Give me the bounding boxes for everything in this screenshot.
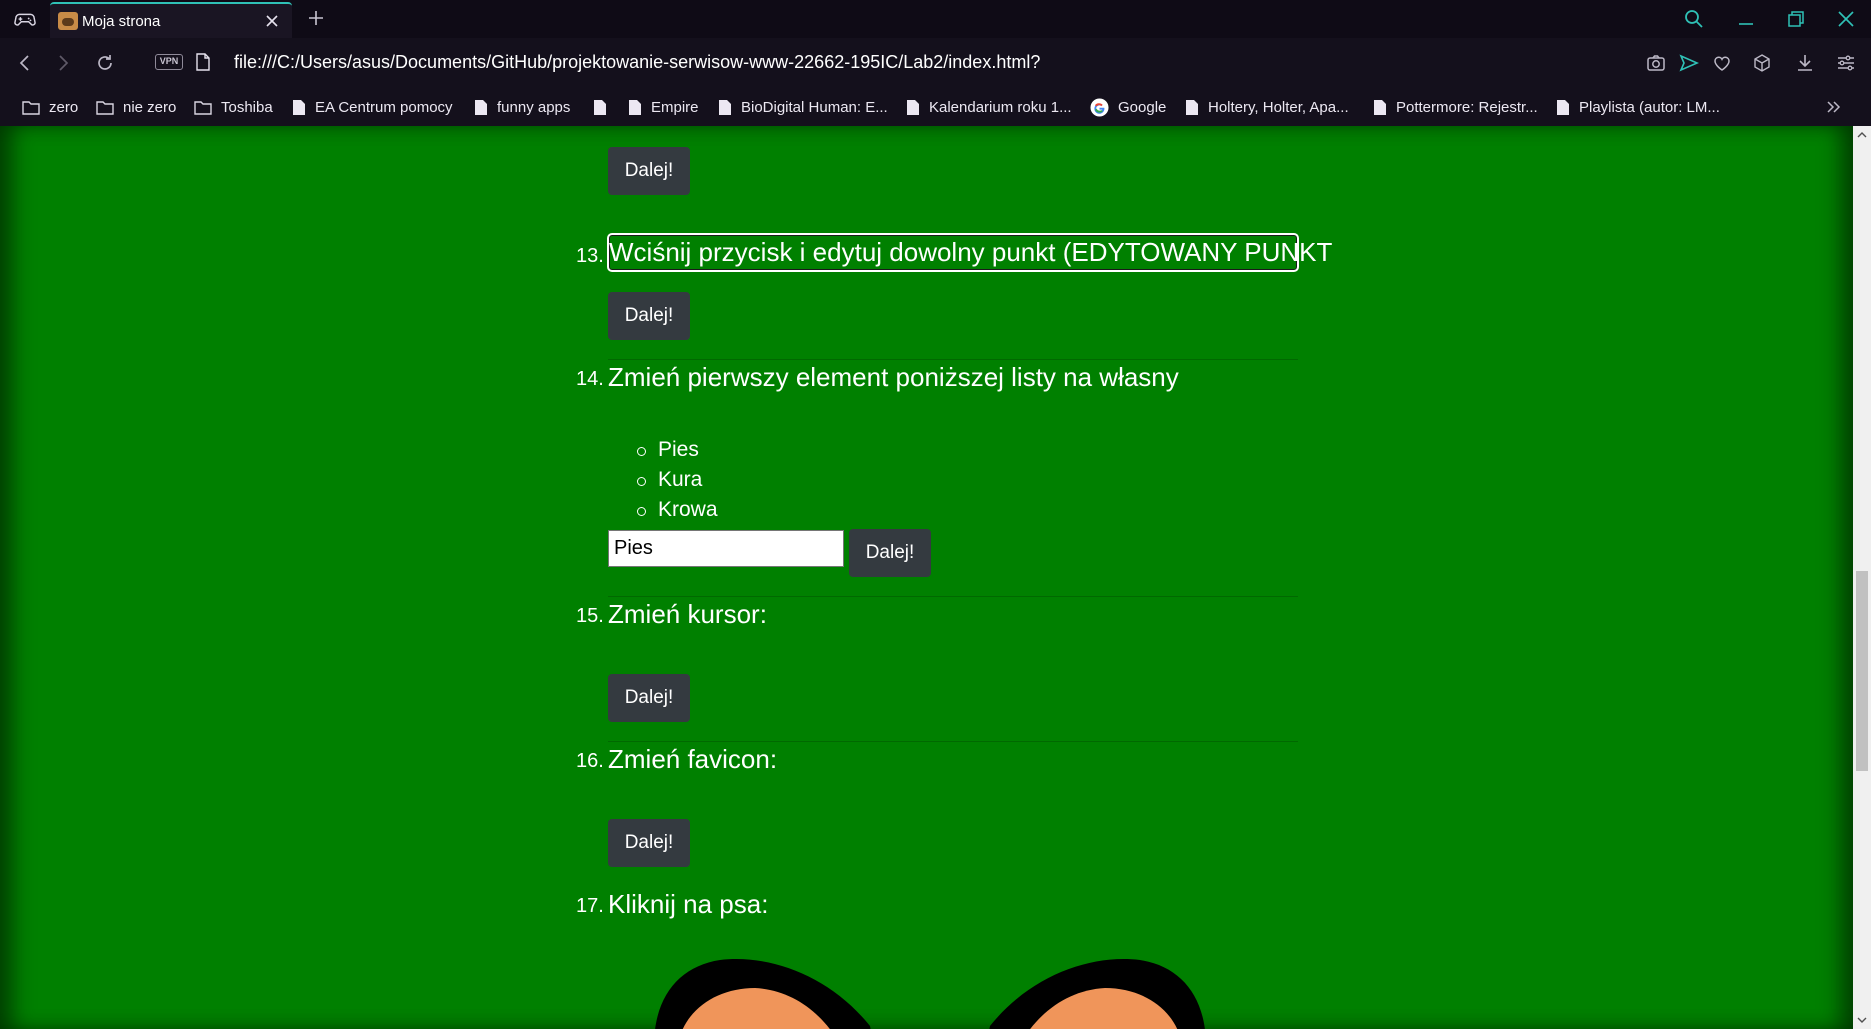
next-button-14[interactable]: Dalej! xyxy=(849,529,931,577)
bookmark-label: Toshiba xyxy=(221,98,273,116)
bookmark-label: Pottermore: Rejestr... xyxy=(1396,98,1538,116)
page-icon xyxy=(629,99,641,115)
download-icon[interactable] xyxy=(1794,52,1816,74)
item-number-15: 15. xyxy=(576,605,604,627)
bookmark-label: BioDigital Human: E... xyxy=(741,98,888,116)
bookmark-google[interactable]: Google xyxy=(1090,88,1166,126)
item-number-13: 13. xyxy=(576,245,604,267)
bookmarks-bar: zero nie zero Toshiba EA Centrum pomocy … xyxy=(0,88,1871,127)
scrollbar-thumb[interactable] xyxy=(1856,571,1868,771)
forward-icon[interactable] xyxy=(52,52,74,74)
item-text-14: Zmień pierwszy element poniższej listy n… xyxy=(608,362,1179,392)
scroll-up-icon[interactable] xyxy=(1857,130,1867,140)
snapshot-icon[interactable] xyxy=(1645,52,1667,74)
bookmark-label: EA Centrum pomocy xyxy=(315,98,453,116)
page-content: Dalej! 13. Wciśnij przycisk i edytuj dow… xyxy=(0,126,1853,1029)
folder-icon xyxy=(96,100,114,115)
bookmark-empire[interactable]: Empire xyxy=(628,88,699,126)
cube-icon[interactable] xyxy=(1751,52,1773,74)
bookmark-pottermore[interactable]: Pottermore: Rejestr... xyxy=(1373,88,1538,126)
list-item: Kura xyxy=(620,468,718,498)
heart-icon[interactable] xyxy=(1711,52,1733,74)
bookmark-holtery[interactable]: Holtery, Holter, Apa... xyxy=(1185,88,1349,126)
divider xyxy=(608,359,1298,360)
dog-image[interactable] xyxy=(640,956,1220,1029)
bookmark-label: Google xyxy=(1118,98,1167,116)
page-icon xyxy=(1374,99,1386,115)
back-icon[interactable] xyxy=(14,52,36,74)
item-text-13: Wciśnij przycisk i edytuj dowolny punkt … xyxy=(609,237,1333,267)
google-icon xyxy=(1090,97,1109,117)
bookmark-ea-centrum[interactable]: EA Centrum pomocy xyxy=(292,88,453,126)
next-button-15[interactable]: Dalej! xyxy=(608,674,690,722)
more-bookmarks-icon[interactable] xyxy=(1823,97,1843,117)
bookmark-label: Kalendarium roku 1... xyxy=(929,98,1072,116)
dog-favicon-icon xyxy=(58,12,78,30)
bookmark-nie-zero[interactable]: nie zero xyxy=(96,88,176,126)
item-text-17: Kliknij na psa: xyxy=(608,889,769,919)
vpn-badge[interactable]: VPN xyxy=(155,54,183,70)
bookmark-zero[interactable]: zero xyxy=(22,88,78,126)
scroll-down-icon[interactable] xyxy=(1857,1015,1867,1025)
close-window-icon[interactable] xyxy=(1835,8,1857,30)
item-text-15: Zmień kursor: xyxy=(608,599,767,629)
page-icon xyxy=(1186,99,1198,115)
bookmark-toshiba[interactable]: Toshiba xyxy=(194,88,273,126)
search-tabs-icon[interactable] xyxy=(1683,8,1705,30)
reload-icon[interactable] xyxy=(94,52,116,74)
bookmark-playlista[interactable]: Playlista (autor: LM... xyxy=(1556,88,1720,126)
item-number-16: 16. xyxy=(576,750,604,772)
next-button-16[interactable]: Dalej! xyxy=(608,819,690,867)
restore-icon[interactable] xyxy=(1785,8,1807,30)
bookmark-kalendarium[interactable]: Kalendarium roku 1... xyxy=(906,88,1072,126)
bookmark-untitled[interactable] xyxy=(593,88,616,126)
send-icon[interactable] xyxy=(1678,52,1700,74)
folder-icon xyxy=(22,100,40,115)
tab-bar: Moja strona xyxy=(0,0,1871,39)
bookmark-label: Empire xyxy=(651,98,699,116)
page-icon xyxy=(594,99,606,115)
bookmark-funny-apps[interactable]: funny apps xyxy=(474,88,570,126)
bookmark-label: funny apps xyxy=(497,98,571,116)
page-scrollbar[interactable] xyxy=(1853,126,1871,1029)
address-bar: VPN file:///C:/Users/asus/Documents/GitH… xyxy=(0,38,1871,88)
new-tab-icon[interactable] xyxy=(306,8,326,28)
item-text-16: Zmień favicon: xyxy=(608,744,778,774)
bookmark-label: Playlista (autor: LM... xyxy=(1579,98,1720,116)
page-icon xyxy=(293,99,305,115)
page-icon xyxy=(1557,99,1569,115)
gamepad-icon[interactable] xyxy=(14,9,36,29)
minimize-icon[interactable] xyxy=(1735,8,1757,30)
list-edit-input[interactable] xyxy=(608,530,844,567)
page-icon xyxy=(907,99,919,115)
item-number-14: 14. xyxy=(576,368,604,390)
bookmark-label: Holtery, Holter, Apa... xyxy=(1208,98,1349,116)
divider xyxy=(608,741,1298,742)
page-info-icon[interactable] xyxy=(196,53,210,71)
tab-title: Moja strona xyxy=(82,13,161,30)
next-button-12[interactable]: Dalej! xyxy=(608,147,690,195)
divider xyxy=(608,596,1298,597)
page-icon xyxy=(719,99,731,115)
list-item: Pies xyxy=(620,438,718,468)
easy-setup-icon[interactable] xyxy=(1835,52,1857,74)
close-tab-icon[interactable] xyxy=(264,13,280,29)
bookmark-label: nie zero xyxy=(123,98,177,116)
list-item: Krowa xyxy=(620,498,718,528)
folder-icon xyxy=(194,100,212,115)
bookmark-label: zero xyxy=(49,98,79,116)
active-tab[interactable]: Moja strona xyxy=(50,2,292,38)
bookmark-biodigital[interactable]: BioDigital Human: E... xyxy=(718,88,888,126)
page-icon xyxy=(475,99,487,115)
item-number-17: 17. xyxy=(576,895,604,917)
next-button-13[interactable]: Dalej! xyxy=(608,292,690,340)
page-viewport: Dalej! 13. Wciśnij przycisk i edytuj dow… xyxy=(0,126,1853,1029)
animal-list: Pies Kura Krowa xyxy=(620,438,718,528)
editable-item-13[interactable]: Wciśnij przycisk i edytuj dowolny punkt … xyxy=(607,233,1332,272)
url-field[interactable]: file:///C:/Users/asus/Documents/GitHub/p… xyxy=(234,52,1040,73)
